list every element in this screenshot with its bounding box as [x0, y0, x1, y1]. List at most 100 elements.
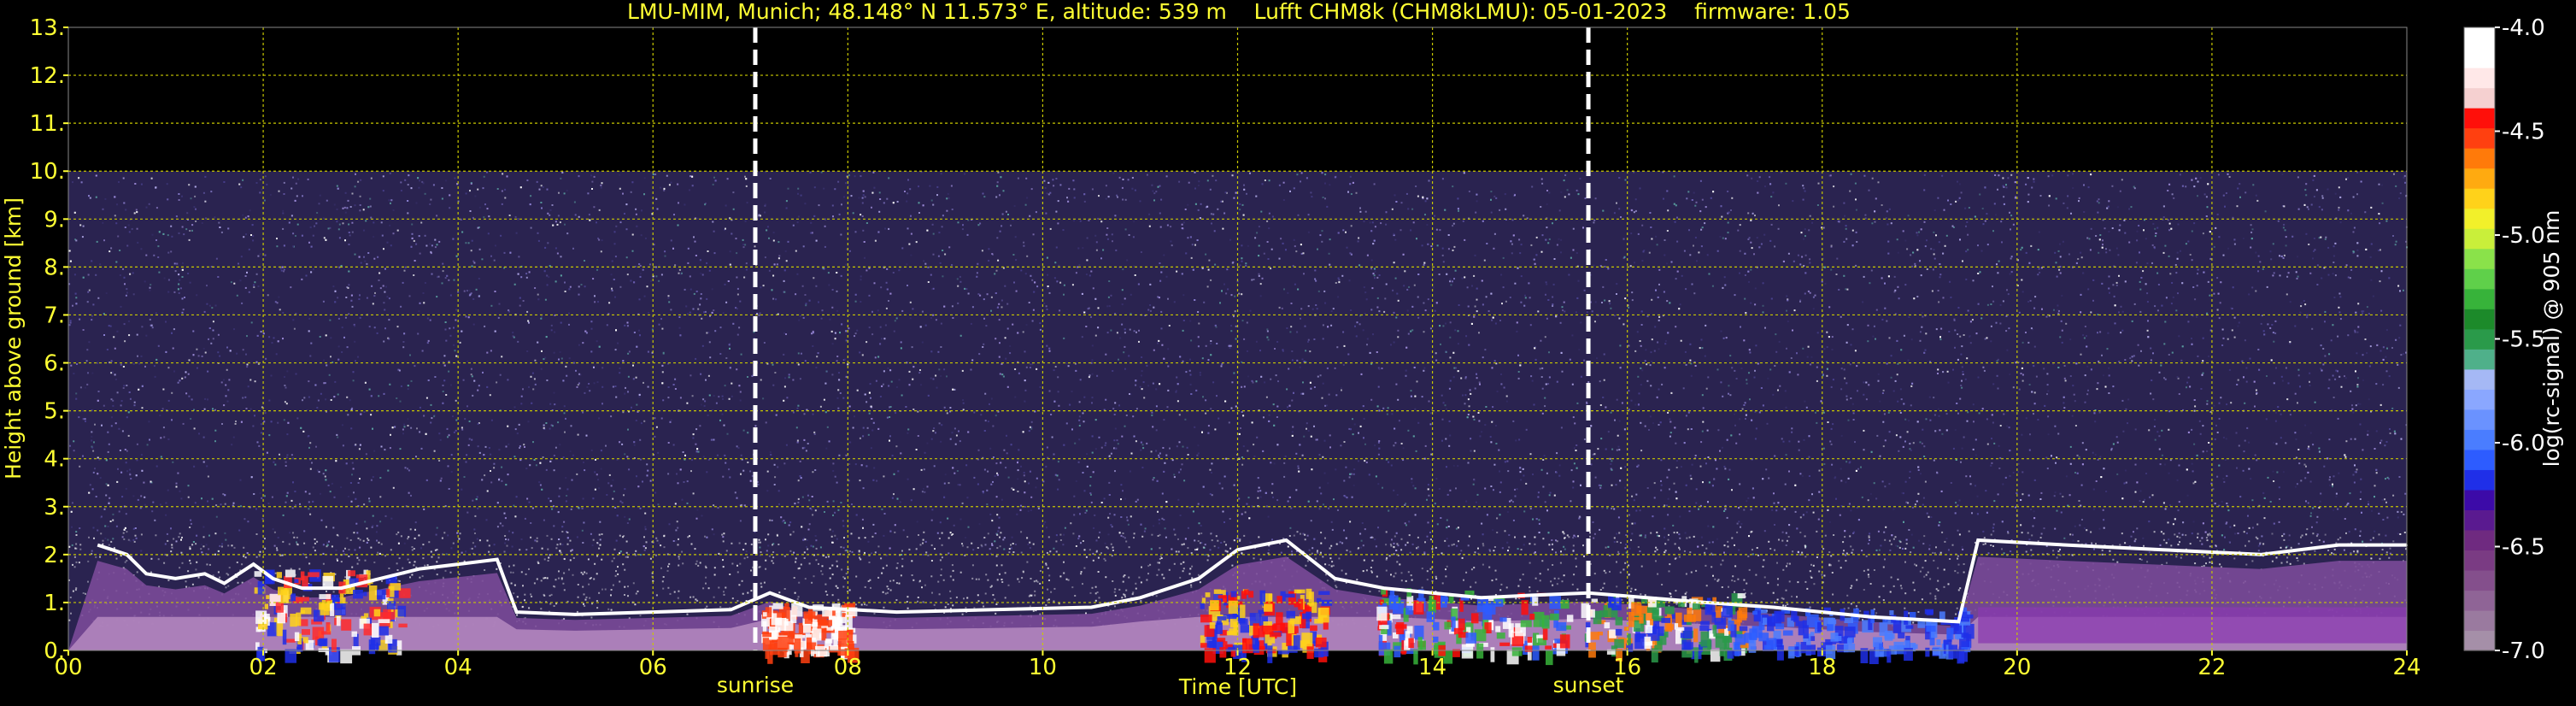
noise-speck	[88, 289, 91, 291]
noise-speck	[2001, 241, 2003, 244]
noise-speck	[1198, 522, 1200, 525]
noise-speck	[644, 528, 647, 531]
noise-speck	[1152, 426, 1154, 428]
noise-speck	[1271, 538, 1273, 541]
noise-speck	[1493, 247, 1495, 250]
noise-speck	[1571, 383, 1574, 385]
noise-speck	[346, 286, 349, 288]
noise-speck	[769, 178, 772, 179]
noise-speck	[824, 511, 825, 513]
noise-speck	[1986, 418, 1988, 421]
noise-speck	[1737, 362, 1740, 364]
noise-speck	[360, 262, 362, 264]
noise-speck	[695, 517, 698, 520]
noise-speck	[1458, 304, 1460, 306]
noise-speck	[2177, 509, 2180, 512]
noise-speck	[1667, 514, 1669, 516]
noise-speck	[1469, 389, 1471, 391]
noise-speck	[2339, 318, 2342, 321]
noise-speck	[501, 203, 503, 205]
noise-speck	[1722, 337, 1725, 339]
noise-speck	[2339, 296, 2342, 298]
noise-speck	[1664, 504, 1666, 507]
noise-speck	[197, 355, 200, 357]
noise-speck	[1322, 197, 1324, 198]
noise-speck	[137, 498, 139, 501]
noise-speck	[896, 201, 899, 203]
noise-speck	[1074, 442, 1077, 444]
noise-speck	[1198, 322, 1200, 325]
noise-speck	[208, 304, 211, 307]
noise-speck	[112, 513, 114, 515]
noise-speck	[75, 392, 78, 395]
noise-speck	[893, 330, 895, 332]
noise-speck	[2020, 373, 2022, 374]
noise-speck	[432, 184, 435, 186]
noise-speck	[1634, 350, 1637, 352]
noise-speck	[951, 209, 954, 210]
noise-speck	[1749, 351, 1752, 354]
noise-speck	[2046, 393, 2048, 396]
noise-speck	[1898, 450, 1900, 452]
noise-speck	[2038, 268, 2040, 270]
noise-speck	[1162, 447, 1165, 449]
noise-speck	[806, 545, 807, 548]
noise-speck	[1541, 412, 1544, 415]
noise-speck	[951, 432, 954, 434]
noise-speck	[626, 522, 629, 524]
noise-speck	[1884, 538, 1887, 541]
noise-speck	[1884, 439, 1887, 442]
noise-speck	[1462, 394, 1464, 397]
noise-speck	[1546, 317, 1548, 320]
noise-speck	[1175, 391, 1177, 393]
plot-area	[67, 26, 2408, 666]
noise-speck	[1321, 230, 1323, 232]
noise-speck	[1362, 544, 1364, 547]
noise-speck	[1024, 389, 1027, 391]
noise-speck	[953, 524, 955, 527]
noise-speck	[345, 297, 348, 298]
noise-speck	[1950, 482, 1952, 484]
noise-speck	[175, 540, 178, 543]
noise-speck	[390, 433, 391, 436]
noise-speck	[525, 273, 528, 275]
noise-speck	[718, 396, 720, 398]
noise-speck	[1701, 347, 1704, 350]
noise-speck	[173, 267, 175, 269]
noise-speck	[255, 508, 257, 510]
noise-speck	[1082, 412, 1084, 415]
noise-speck	[873, 282, 876, 285]
noise-speck	[1868, 189, 1870, 191]
noise-speck	[1113, 514, 1116, 516]
noise-speck	[667, 297, 670, 299]
noise-speck	[766, 490, 769, 492]
noise-speck	[764, 256, 766, 259]
noise-speck	[619, 367, 621, 369]
noise-speck	[244, 396, 247, 398]
noise-speck	[912, 409, 915, 410]
noise-speck	[681, 272, 683, 274]
noise-speck	[548, 497, 550, 500]
noise-speck	[947, 192, 949, 195]
noise-speck	[2140, 350, 2142, 352]
noise-speck	[1037, 507, 1040, 509]
noise-speck	[1105, 197, 1107, 200]
noise-speck	[1318, 508, 1321, 510]
noise-speck	[1695, 488, 1698, 491]
noise-speck	[555, 221, 557, 223]
noise-speck	[1266, 336, 1269, 338]
noise-speck	[742, 429, 745, 432]
noise-speck	[1210, 340, 1212, 342]
noise-speck	[1239, 203, 1241, 205]
noise-speck	[854, 300, 857, 303]
noise-speck	[1395, 316, 1398, 319]
noise-speck	[503, 512, 506, 515]
noise-speck	[1274, 348, 1276, 350]
noise-speck	[2206, 450, 2209, 452]
noise-speck	[140, 355, 143, 357]
noise-speck	[1295, 452, 1298, 455]
noise-speck	[478, 206, 481, 209]
noise-speck	[1241, 293, 1243, 296]
noise-speck	[203, 408, 206, 410]
noise-speck	[1516, 488, 1518, 491]
